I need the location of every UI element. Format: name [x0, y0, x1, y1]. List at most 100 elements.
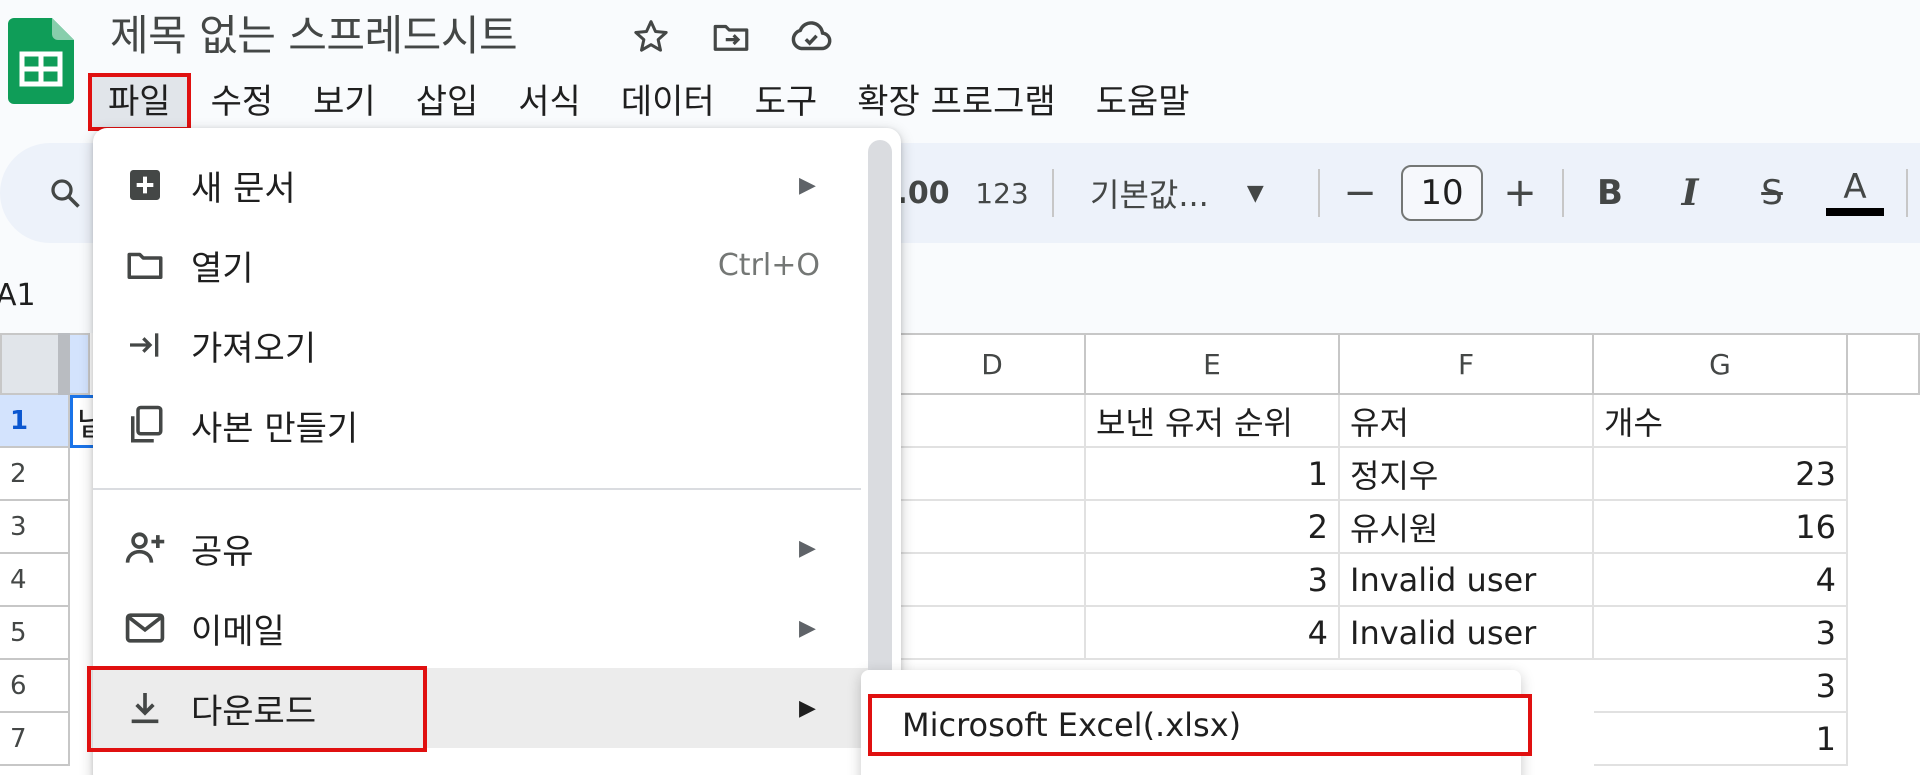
cell[interactable]: 보낸 유저 순위: [1086, 395, 1340, 448]
cell[interactable]: [900, 395, 1086, 448]
text-color-swatch: [1826, 208, 1884, 216]
menu-item-label: 이메일: [191, 611, 285, 652]
download-icon: [123, 686, 167, 730]
menu-view[interactable]: 보기: [293, 73, 396, 131]
menu-item-download[interactable]: 다운로드 ▶: [93, 668, 868, 748]
chevron-down-icon: ▼: [1246, 180, 1264, 206]
toolbar-divider: [1318, 169, 1320, 217]
menu-help[interactable]: 도움말: [1076, 73, 1210, 131]
menu-item-label: 다운로드: [191, 691, 317, 732]
column-header-h[interactable]: [1848, 333, 1920, 395]
row-header[interactable]: 6: [0, 660, 70, 713]
cell[interactable]: [900, 554, 1086, 607]
number-format-button[interactable]: 123: [970, 143, 1034, 243]
font-size-input[interactable]: 10: [1401, 165, 1483, 221]
cloud-status-icon[interactable]: [788, 14, 834, 60]
increase-font-size-button[interactable]: +: [1498, 143, 1542, 243]
column-header-e[interactable]: E: [1086, 333, 1340, 395]
column-header-a[interactable]: [70, 333, 90, 395]
cell[interactable]: 1: [1594, 713, 1848, 766]
column-header-g[interactable]: G: [1594, 333, 1848, 395]
star-icon[interactable]: [628, 14, 674, 60]
cell[interactable]: [900, 501, 1086, 554]
menu-item-open[interactable]: 열기 Ctrl+O: [93, 225, 868, 305]
increase-decimal-label: .00: [896, 175, 950, 211]
share-person-icon: [123, 526, 167, 570]
cell[interactable]: Invalid user: [1340, 554, 1594, 607]
cell[interactable]: 23: [1594, 448, 1848, 501]
menu-bar: 파일 수정 보기 삽입 서식 데이터 도구 확장 프로그램 도움말: [88, 72, 1210, 132]
download-xlsx-option[interactable]: Microsoft Excel(.xlsx): [868, 694, 1532, 756]
cell[interactable]: 2: [1086, 501, 1340, 554]
menu-edit[interactable]: 수정: [191, 73, 294, 131]
menu-item-label: 열기: [191, 248, 254, 289]
cell[interactable]: 유저: [1340, 395, 1594, 448]
row-header[interactable]: 4: [0, 554, 70, 607]
row-header[interactable]: 7: [0, 713, 70, 766]
font-family-select[interactable]: 기본값... ▼: [1090, 143, 1290, 243]
font-size-value: 10: [1420, 173, 1464, 213]
bold-button[interactable]: B: [1588, 143, 1632, 243]
submenu-arrow-icon: ▶: [799, 535, 816, 561]
menu-divider: [93, 488, 861, 490]
menu-item-email[interactable]: 이메일 ▶: [93, 588, 868, 668]
font-family-value: 기본값...: [1090, 176, 1209, 214]
toolbar-divider: [1562, 169, 1564, 217]
cell[interactable]: 4: [1086, 607, 1340, 660]
cell[interactable]: 3: [1594, 607, 1848, 660]
menu-item-label: 공유: [191, 531, 254, 572]
move-folder-icon[interactable]: [708, 14, 754, 60]
search-menus-icon[interactable]: [40, 143, 90, 243]
document-title[interactable]: 제목 없는 스프레드시트: [110, 2, 518, 63]
menu-data[interactable]: 데이터: [601, 73, 735, 131]
toolbar-divider: [1906, 169, 1908, 217]
cell[interactable]: 3: [1086, 554, 1340, 607]
cell[interactable]: 정지우: [1340, 448, 1594, 501]
increase-decimal-button[interactable]: .00: [896, 143, 950, 243]
row-header[interactable]: 3: [0, 501, 70, 554]
menu-item-import[interactable]: 가져오기: [93, 305, 868, 385]
cell[interactable]: 16: [1594, 501, 1848, 554]
name-box[interactable]: A1: [0, 278, 36, 313]
submenu-arrow-icon: ▶: [799, 615, 816, 641]
cell[interactable]: [900, 448, 1086, 501]
row-header[interactable]: 1: [0, 395, 70, 448]
folder-icon: [123, 243, 167, 287]
decrease-font-size-button[interactable]: −: [1338, 143, 1382, 243]
new-doc-icon: [123, 163, 167, 207]
menu-extensions[interactable]: 확장 프로그램: [837, 73, 1076, 131]
menu-item-share[interactable]: 공유 ▶: [93, 508, 868, 588]
cell[interactable]: Invalid user: [1340, 607, 1594, 660]
mail-icon: [123, 606, 167, 650]
menu-insert[interactable]: 삽입: [396, 73, 499, 131]
menu-item-label: 가져오기: [191, 328, 317, 369]
column-header-d[interactable]: D: [900, 333, 1086, 395]
cell[interactable]: [900, 607, 1086, 660]
text-color-button[interactable]: A: [1826, 143, 1884, 243]
menu-format[interactable]: 서식: [498, 73, 601, 131]
submenu-arrow-icon: ▶: [799, 695, 816, 721]
toolbar-divider: [1052, 169, 1054, 217]
column-header-f[interactable]: F: [1340, 333, 1594, 395]
freeze-handle[interactable]: [58, 333, 70, 395]
strikethrough-button[interactable]: S: [1750, 143, 1794, 243]
menu-tools[interactable]: 도구: [735, 73, 838, 131]
row-header[interactable]: 5: [0, 607, 70, 660]
menu-item-new[interactable]: 새 문서 ▶: [93, 145, 868, 225]
cell[interactable]: 유시원: [1340, 501, 1594, 554]
cell[interactable]: 3: [1594, 660, 1848, 713]
menu-item-make-copy[interactable]: 사본 만들기: [93, 385, 868, 465]
menu-item-label: 새 문서: [191, 168, 296, 209]
italic-button[interactable]: I: [1668, 143, 1712, 243]
cell[interactable]: 개수: [1594, 395, 1848, 448]
submenu-item-label: Microsoft Excel(.xlsx): [902, 706, 1242, 744]
italic-icon: I: [1681, 172, 1699, 214]
number-format-label: 123: [975, 176, 1029, 210]
row-header[interactable]: 2: [0, 448, 70, 501]
menu-file[interactable]: 파일: [88, 73, 191, 131]
cell[interactable]: 4: [1594, 554, 1848, 607]
cell[interactable]: 1: [1086, 448, 1340, 501]
plus-icon: +: [1503, 170, 1537, 216]
sheets-logo-icon[interactable]: [8, 18, 74, 104]
text-color-icon: A: [1843, 167, 1867, 207]
